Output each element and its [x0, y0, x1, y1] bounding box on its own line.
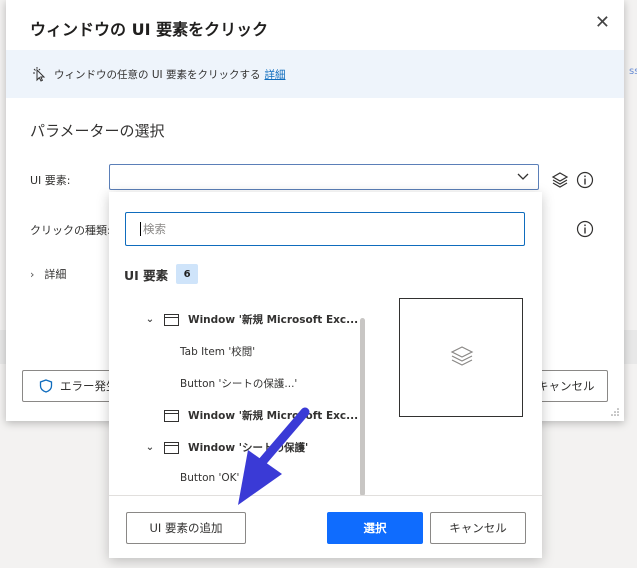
- text-caret: [140, 222, 141, 236]
- shield-icon: [39, 379, 53, 393]
- ui-element-combobox[interactable]: [109, 164, 539, 190]
- details-label: 詳細: [44, 268, 67, 281]
- resize-grip-icon[interactable]: [610, 407, 620, 417]
- tree-item-label: Window 'シートの保護': [188, 442, 309, 454]
- chevron-down-icon[interactable]: [516, 169, 530, 183]
- info-icon[interactable]: [576, 171, 594, 189]
- select-button[interactable]: 選択: [327, 512, 423, 544]
- window-icon: [164, 441, 179, 454]
- close-icon[interactable]: ✕: [595, 14, 610, 32]
- background-side-text: sse: [629, 66, 637, 77]
- ui-elements-title: UI 要素: [124, 267, 169, 283]
- tree-item-label: Window '新規 Microsoft Exc...: [188, 314, 359, 326]
- tree-item-window[interactable]: ⌄ Window 'シートの保護': [145, 440, 308, 455]
- window-icon: [164, 313, 179, 326]
- ui-element-dropdown: 検索 UI 要素 6 ⌄ Window '新規 Microsoft Exc...…: [109, 192, 542, 558]
- tree-item-window[interactable]: Window '新規 Microsoft Exc...: [164, 408, 358, 423]
- tree-scrollbar[interactable]: [360, 318, 365, 496]
- chevron-down-icon[interactable]: ⌄: [145, 442, 155, 453]
- tree-item-label: Window '新規 Microsoft Exc...: [188, 410, 359, 422]
- tree-item-label: Tab Item '校閲': [180, 346, 256, 358]
- dialog-title: ウィンドウの UI 要素をクリック: [30, 20, 269, 39]
- dialog-cancel-label: キャンセル: [537, 379, 595, 393]
- search-input[interactable]: 検索: [125, 212, 525, 246]
- layers-icon[interactable]: [551, 171, 569, 189]
- chevron-right-icon: ›: [30, 268, 35, 281]
- ui-elements-heading: UI 要素 6: [124, 264, 199, 284]
- count-badge: 6: [176, 264, 199, 284]
- info-text: ウィンドウの任意の UI 要素をクリックする: [54, 68, 261, 81]
- click-cursor-icon: [33, 67, 46, 82]
- section-title: パラメーターの選択: [30, 122, 165, 140]
- chevron-down-icon[interactable]: ⌄: [145, 314, 155, 325]
- click-type-label: クリックの種類:: [30, 224, 111, 237]
- details-link[interactable]: 詳細: [264, 67, 285, 82]
- layers-icon: [450, 346, 474, 366]
- window-icon: [164, 409, 179, 422]
- element-preview: [399, 298, 523, 417]
- ui-element-label: UI 要素:: [30, 174, 71, 187]
- info-icon[interactable]: [576, 220, 594, 238]
- dropdown-cancel-button[interactable]: キャンセル: [430, 512, 526, 544]
- tree-item-element[interactable]: Button 'シートの保護...': [180, 376, 297, 391]
- tree-item-label: Button 'シートの保護...': [180, 378, 298, 390]
- search-placeholder: 検索: [143, 222, 166, 236]
- info-bar: ウィンドウの任意の UI 要素をクリックする 詳細: [6, 50, 624, 98]
- add-ui-element-button[interactable]: UI 要素の追加: [126, 512, 246, 544]
- tree-item-element[interactable]: Button 'OK': [180, 472, 239, 484]
- details-expander[interactable]: › 詳細: [30, 266, 66, 282]
- tree-item-window[interactable]: ⌄ Window '新規 Microsoft Exc...: [145, 312, 358, 327]
- error-handling-button[interactable]: エラー発生: [22, 370, 122, 402]
- tree-item-label: Button 'OK': [180, 472, 240, 484]
- tree-item-element[interactable]: Tab Item '校閲': [180, 344, 255, 359]
